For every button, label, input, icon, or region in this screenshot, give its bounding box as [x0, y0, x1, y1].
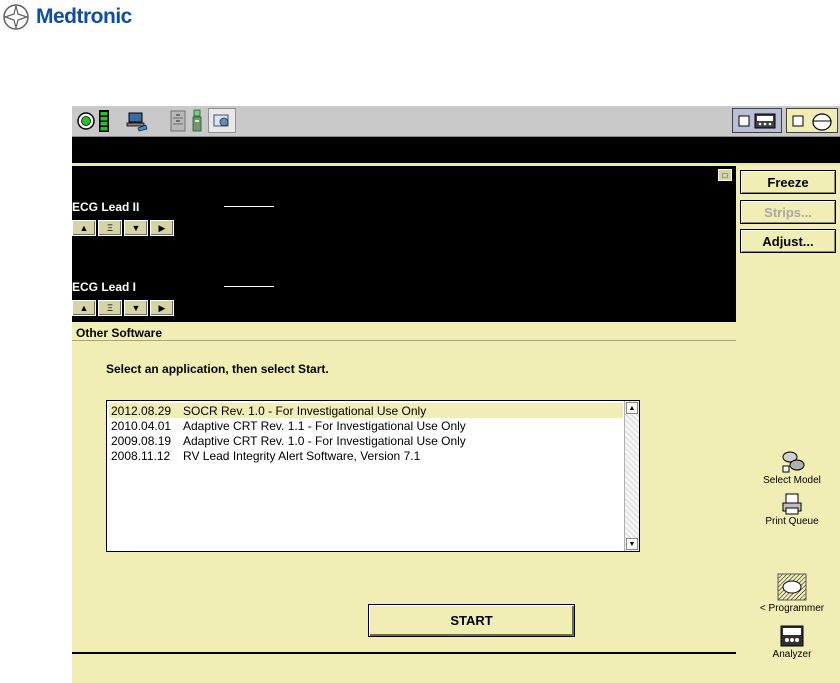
ecg-scale-up-button[interactable]: ▲ [72, 220, 96, 236]
ecg-wave-button[interactable]: Ξ [98, 220, 122, 236]
strips-button[interactable]: Strips... [740, 200, 836, 224]
logo-text: Medtronic [36, 5, 132, 28]
analyzer-icon [780, 625, 804, 647]
select-model-label: Select Model [763, 475, 821, 486]
list-item-name: SOCR Rev. 1.0 - For Investigational Use … [183, 403, 427, 418]
list-item[interactable]: 2009.08.19 Adaptive CRT Rev. 1.0 - For I… [109, 433, 623, 448]
programmer-app-window: □ ECG Lead II ▲ Ξ ▼ ▶ ECG Lead I ▲ Ξ ▼ ▶… [72, 106, 840, 683]
ecg-wave-button[interactable]: Ξ [98, 300, 122, 316]
bottom-divider [72, 652, 736, 654]
list-item-name: Adaptive CRT Rev. 1.0 - For Investigatio… [183, 433, 466, 448]
instruction-text: Select an application, then select Start… [106, 362, 329, 376]
computer-icon[interactable] [126, 108, 148, 133]
ecg-expand-button[interactable]: □ [718, 169, 732, 181]
status-bar [72, 137, 840, 165]
device-wand-icon[interactable] [190, 108, 204, 133]
ecg-lead-label: ECG Lead II [72, 200, 140, 214]
select-model-button[interactable]: Select Model [744, 450, 840, 486]
list-item-name: Adaptive CRT Rev. 1.1 - For Investigatio… [183, 418, 466, 433]
listbox-scrollbar[interactable]: ▲ ▼ [624, 401, 639, 551]
ecg-lead-controls: ▲ Ξ ▼ ▶ [72, 220, 174, 236]
ecg-calibration-line [224, 206, 274, 207]
ecg-calibration-line [224, 286, 274, 287]
list-item-name: RV Lead Integrity Alert Software, Versio… [183, 448, 421, 463]
analyzer-button[interactable]: Analyzer [744, 624, 840, 660]
ecg-scale-up-button[interactable]: ▲ [72, 300, 96, 316]
ecg-next-lead-button[interactable]: ▶ [150, 300, 174, 316]
adjust-button[interactable]: Adjust... [740, 229, 836, 253]
list-item[interactable]: 2008.11.12 RV Lead Integrity Alert Softw… [109, 448, 623, 463]
list-item-date: 2009.08.19 [111, 433, 172, 448]
ecg-lead-controls: ▲ Ξ ▼ ▶ [72, 300, 174, 316]
ecg-scale-down-button[interactable]: ▼ [124, 220, 148, 236]
medtronic-emblem-icon [3, 4, 29, 30]
programmer-icon [777, 573, 807, 601]
list-item-date: 2010.04.01 [111, 418, 172, 433]
ecg-scale-down-button[interactable]: ▼ [124, 300, 148, 316]
list-item-date: 2012.08.29 [111, 403, 172, 418]
list-item-date: 2008.11.12 [111, 448, 171, 463]
freeze-button[interactable]: Freeze [740, 170, 836, 194]
programmer-label: < Programmer [759, 603, 825, 614]
medtronic-logo: Medtronic [2, 2, 177, 32]
list-item[interactable]: 2012.08.29 SOCR Rev. 1.0 - For Investiga… [109, 403, 623, 418]
software-listbox[interactable]: 2012.08.29 SOCR Rev. 1.0 - For Investiga… [106, 400, 640, 552]
print-queue-button[interactable]: Print Queue [744, 493, 840, 527]
panel-divider [72, 340, 736, 341]
scroll-up-icon[interactable]: ▲ [626, 402, 638, 414]
printer-icon [782, 493, 802, 515]
panel-title: Other Software [76, 326, 163, 340]
print-queue-label: Print Queue [765, 516, 819, 527]
start-button[interactable]: START [368, 604, 575, 637]
top-toolbar [72, 106, 840, 137]
programmer-button[interactable]: < Programmer [744, 572, 840, 614]
file-cabinet-icon[interactable] [168, 108, 188, 133]
scroll-down-icon[interactable]: ▼ [626, 538, 638, 550]
ecg-display: □ ECG Lead II ▲ Ξ ▼ ▶ ECG Lead I ▲ Ξ ▼ ▶ [72, 166, 736, 322]
ecg-next-lead-button[interactable]: ▶ [150, 220, 174, 236]
analyzer-mode-toggle[interactable] [732, 108, 782, 133]
ecg-lead-label: ECG Lead I [72, 280, 137, 294]
programmer-mode-toggle[interactable] [786, 108, 838, 133]
select-model-icon [782, 451, 805, 473]
session-icon[interactable] [208, 108, 236, 133]
analyzer-label: Analyzer [772, 649, 812, 660]
telemetry-battery-icon[interactable] [76, 108, 112, 133]
list-item[interactable]: 2010.04.01 Adaptive CRT Rev. 1.1 - For I… [109, 418, 623, 433]
